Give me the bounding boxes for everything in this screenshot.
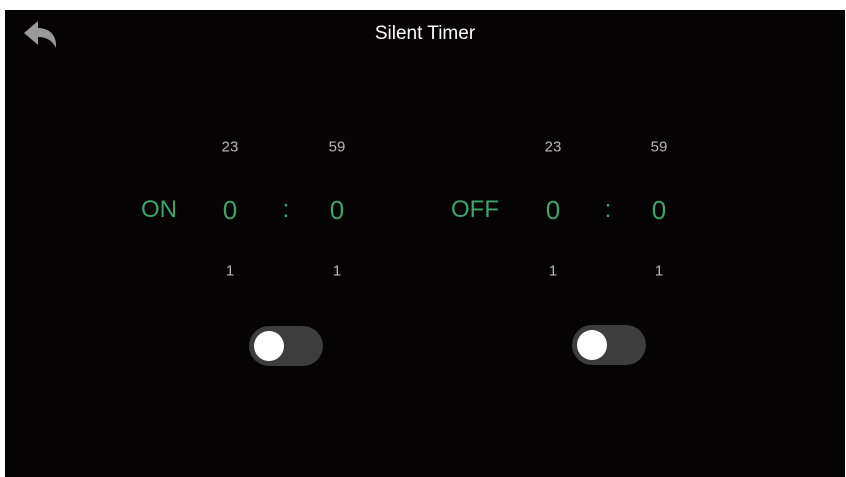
on-timer-toggle-knob <box>254 331 284 361</box>
silent-timer-screen: Silent Timer ON 23 0 1 : 59 0 1 OFF 23 0… <box>5 10 845 477</box>
on-minute-previous-value[interactable]: 59 <box>329 140 346 155</box>
off-minute-next-value[interactable]: 1 <box>655 264 663 279</box>
on-minute-value[interactable]: 0 <box>330 197 344 223</box>
off-timer-label: OFF <box>451 196 499 223</box>
off-hour-previous-value[interactable]: 23 <box>545 140 562 155</box>
off-timer-toggle[interactable] <box>572 325 646 365</box>
on-hour-value[interactable]: 0 <box>223 197 237 223</box>
off-minute-value[interactable]: 0 <box>652 197 666 223</box>
on-minute-next-value[interactable]: 1 <box>333 264 341 279</box>
off-minute-previous-value[interactable]: 59 <box>651 140 668 155</box>
off-time-separator: : <box>604 196 612 223</box>
page-title: Silent Timer <box>374 23 476 44</box>
on-timer-toggle[interactable] <box>249 326 323 366</box>
on-time-separator: : <box>282 196 290 223</box>
on-timer-label: ON <box>141 196 177 223</box>
on-hour-next-value[interactable]: 1 <box>226 264 234 279</box>
off-hour-value[interactable]: 0 <box>546 197 560 223</box>
on-hour-previous-value[interactable]: 23 <box>222 140 239 155</box>
off-timer-toggle-knob <box>577 330 607 360</box>
off-hour-next-value[interactable]: 1 <box>549 264 557 279</box>
